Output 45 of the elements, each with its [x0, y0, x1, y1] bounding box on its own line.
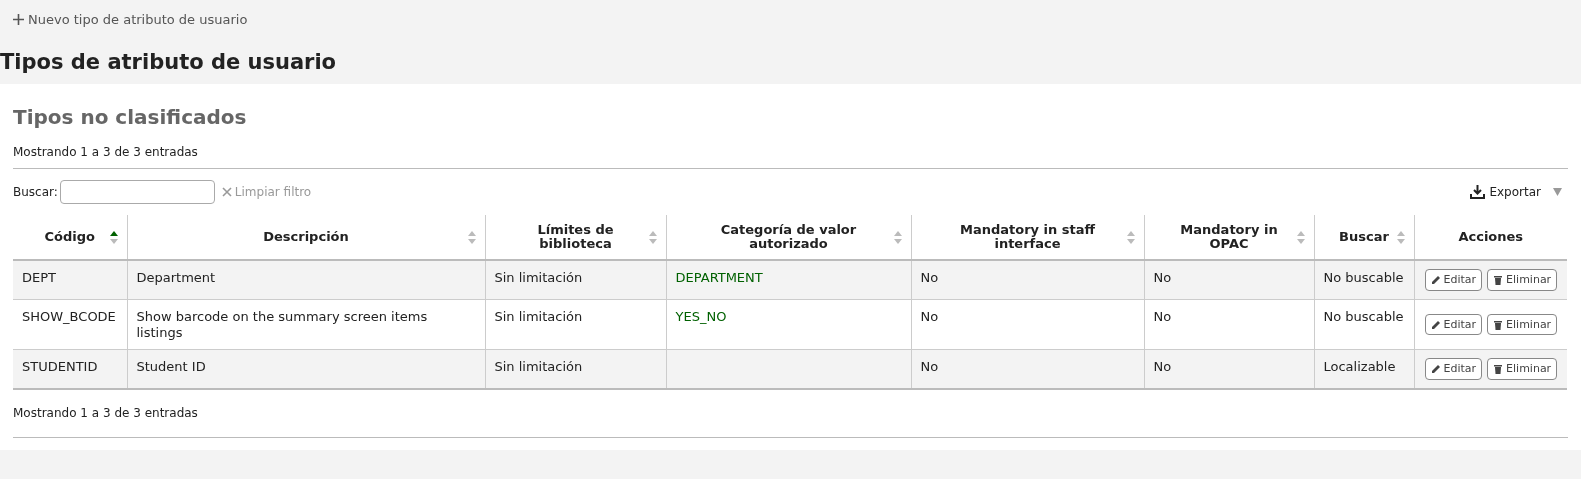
trash-icon: [1493, 319, 1504, 330]
edit-button[interactable]: Editar: [1424, 313, 1483, 336]
new-attribute-type-link[interactable]: Nuevo tipo de atributo de usuario: [13, 12, 248, 27]
download-icon: [1470, 185, 1486, 199]
table-cell: DEPT: [13, 260, 127, 300]
edit-button[interactable]: Editar: [1424, 269, 1483, 291]
table-cell: No: [911, 260, 1144, 300]
table-cell: Sin limitación: [485, 299, 666, 350]
sort-icon[interactable]: [109, 231, 118, 244]
table-cell: Sin limitación: [485, 349, 666, 389]
search-label: Buscar:: [13, 185, 58, 199]
entries-info: Mostrando 1 a 3 de 3 entradas: [13, 145, 1568, 169]
close-icon: [221, 187, 232, 197]
table-cell: No: [1144, 299, 1314, 350]
table-cell: Department: [127, 260, 485, 300]
table-cell: No: [1144, 349, 1314, 389]
table-cell: No: [911, 349, 1144, 389]
search-field[interactable]: [59, 180, 215, 204]
delete-button[interactable]: Eliminar: [1487, 358, 1558, 380]
section-title: Tipos no clasificados: [13, 105, 248, 129]
delete-button[interactable]: Eliminar: [1487, 269, 1558, 291]
pencil-icon: [1430, 274, 1441, 285]
table-cell: SHOW_BCODE: [13, 299, 127, 350]
pencil-icon: [1430, 319, 1441, 330]
plus-icon: [13, 14, 24, 25]
authorized-value-category: DEPARTMENT: [675, 270, 763, 285]
table-cell: No: [911, 299, 1144, 350]
trash-icon: [1493, 364, 1504, 375]
table-cell: No buscable: [1314, 260, 1414, 300]
trash-icon: [1493, 274, 1504, 285]
table-cell: Student ID: [127, 349, 485, 389]
caret-icon[interactable]: [1553, 188, 1562, 196]
table-cell: No: [1144, 260, 1314, 300]
export-button[interactable]: Exportar: [1470, 185, 1541, 199]
table-cell: Sin limitación: [485, 260, 666, 300]
pencil-icon: [1430, 364, 1441, 375]
delete-button[interactable]: Eliminar: [1487, 313, 1558, 336]
table-cell: Show barcode on the summary screen items listings: [127, 299, 485, 350]
table-cell: STUDENTID: [13, 349, 127, 389]
page-title: Tipos de atributo de usuario: [0, 50, 338, 74]
entries-info: Mostrando 1 a 3 de 3 entradas: [13, 390, 1568, 438]
edit-button[interactable]: Editar: [1424, 358, 1483, 380]
table-cell: No buscable: [1314, 299, 1414, 350]
authorized-value-category: YES_NO: [675, 308, 727, 324]
table-cell: Localizable: [1314, 349, 1414, 389]
